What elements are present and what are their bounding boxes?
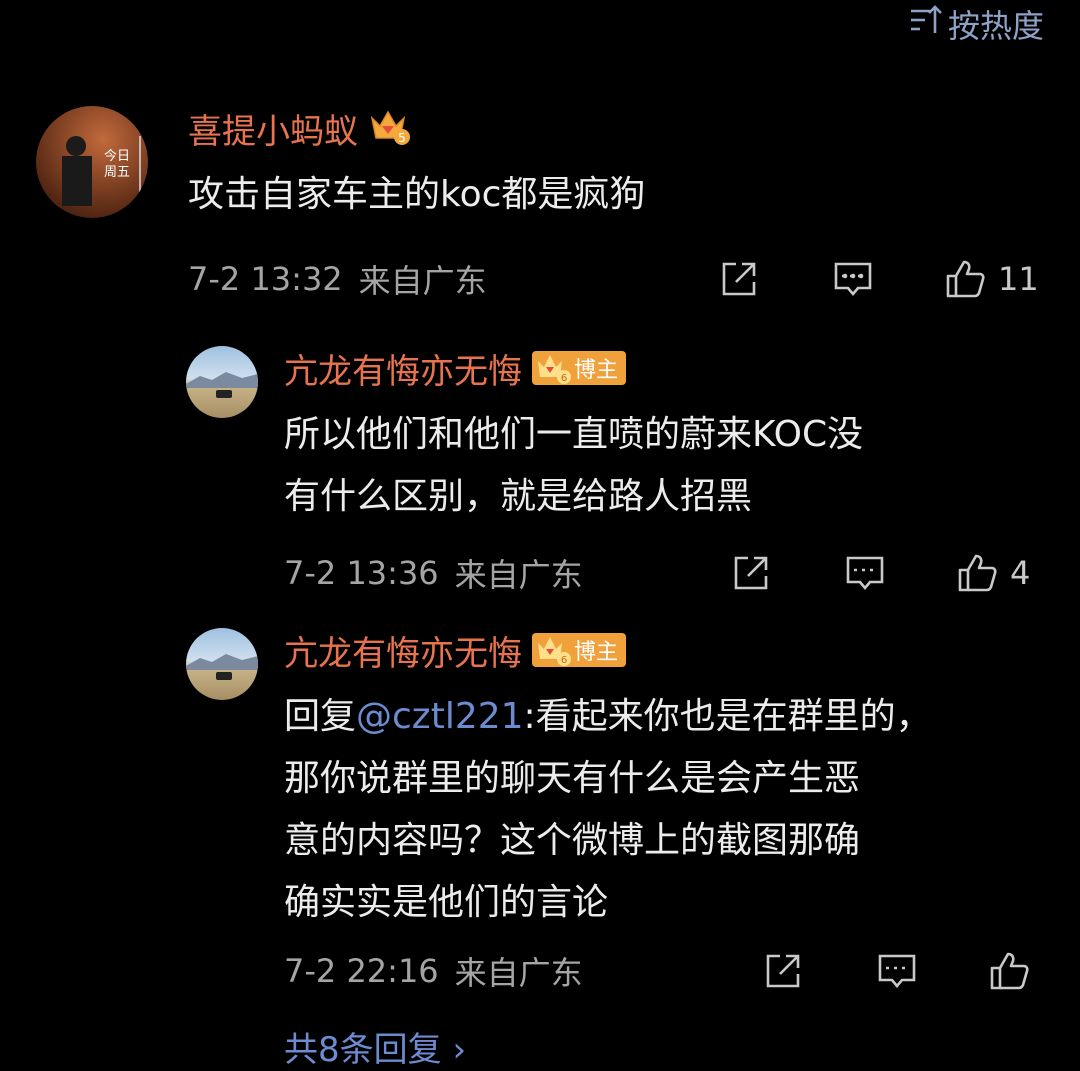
avatar[interactable] — [186, 628, 258, 700]
share-icon — [722, 262, 756, 296]
reply-button[interactable] — [844, 550, 886, 596]
share-button[interactable] — [730, 550, 772, 596]
like-count: 4 — [1010, 554, 1031, 592]
mention-link[interactable]: @cztl221 — [356, 696, 524, 737]
like-count: 11 — [998, 260, 1039, 298]
svg-text:5: 5 — [398, 131, 406, 145]
share-button[interactable] — [762, 948, 804, 994]
crown-badge-icon: 5 — [368, 104, 412, 152]
comment-text: 攻击自家车主的koc都是疯狗 — [188, 174, 646, 215]
sort-icon — [908, 3, 942, 45]
comment-text: 所以他们和他们一直喷的蔚来KOC没 有什么区别，就是给路人招黑 — [284, 414, 864, 517]
share-icon — [734, 556, 768, 590]
avatar[interactable] — [186, 346, 258, 418]
svg-text:今日: 今日 — [104, 148, 130, 164]
username[interactable]: 喜提小蚂蚁 — [188, 104, 358, 153]
share-button[interactable] — [718, 256, 760, 302]
reply-button[interactable] — [876, 948, 918, 994]
username[interactable]: 亢龙有悔亦无悔 — [284, 626, 522, 675]
svg-text:6: 6 — [561, 373, 567, 384]
comment-icon — [846, 556, 884, 591]
blogger-badge-label: 博主 — [574, 640, 619, 665]
share-icon — [766, 954, 800, 988]
blogger-badge: 6 博主 — [532, 633, 627, 667]
sort-by-hot-button[interactable]: 按热度 — [908, 2, 1044, 46]
comment-location: 来自广东 — [358, 262, 487, 300]
more-replies-link[interactable]: 共8条回复 › — [284, 1022, 466, 1071]
blogger-badge: 6 博主 — [532, 351, 627, 385]
thumbs-up-icon — [990, 952, 1029, 990]
comment-time: 7-2 22:16 — [284, 952, 439, 990]
comment-icon — [878, 954, 916, 989]
like-button[interactable] — [988, 948, 1042, 994]
like-button[interactable]: 11 — [944, 256, 1039, 302]
username[interactable]: 亢龙有悔亦无悔 — [284, 344, 522, 393]
avatar[interactable]: 今日 周五 — [36, 106, 148, 218]
comment-text: 回复@cztl221:看起来你也是在群里的， 那你说群里的聊天有什么是会产生恶 … — [284, 686, 932, 934]
sort-label: 按热度 — [947, 7, 1044, 45]
crown-badge-icon: 6 — [538, 637, 571, 666]
svg-text:6: 6 — [561, 655, 567, 666]
thumbs-up-icon — [958, 554, 997, 592]
comment-time: 7-2 13:32 — [188, 260, 343, 298]
reply-button[interactable] — [832, 256, 874, 302]
comment-location: 来自广东 — [454, 954, 583, 992]
comment-time: 7-2 13:36 — [284, 554, 439, 592]
like-button[interactable]: 4 — [956, 550, 1030, 596]
comment-icon — [834, 262, 872, 297]
blogger-badge-label: 博主 — [574, 358, 619, 383]
crown-badge-icon: 6 — [538, 355, 571, 384]
svg-text:周五: 周五 — [104, 165, 130, 180]
thumbs-up-icon — [946, 260, 985, 298]
reply-prefix: 回复 — [284, 696, 357, 737]
comment-location: 来自广东 — [454, 556, 583, 594]
